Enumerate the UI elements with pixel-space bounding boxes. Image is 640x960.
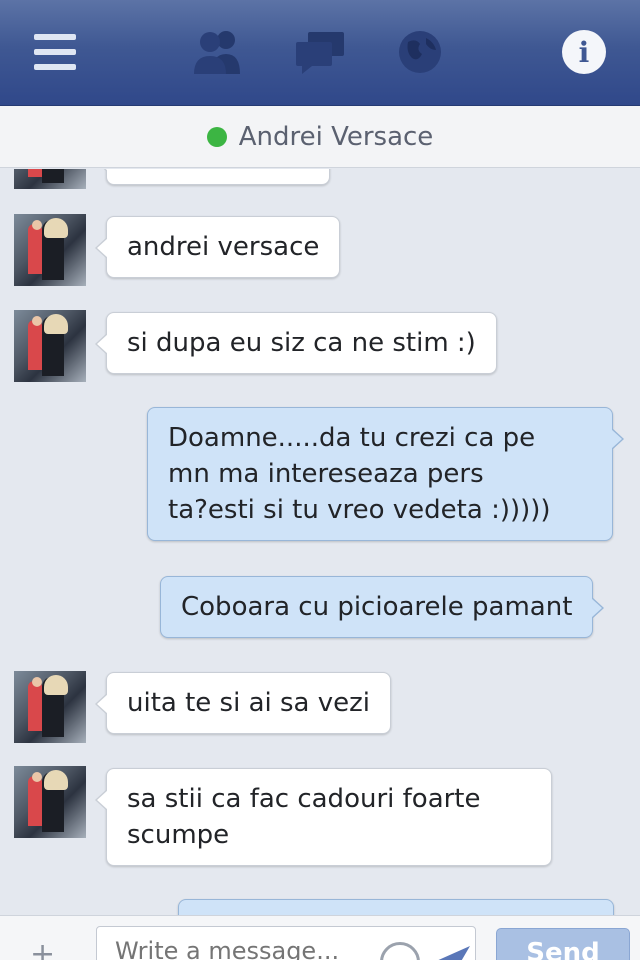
attach-icon[interactable]: + (30, 940, 60, 960)
info-icon[interactable]: i (552, 20, 616, 84)
message-bubble-cut-off (95, 169, 330, 185)
location-arrow-icon[interactable] (432, 942, 472, 960)
messages-icon[interactable] (288, 20, 352, 84)
menu-icon[interactable] (24, 20, 88, 84)
message-bubble-incoming[interactable]: andrei versace (94, 216, 341, 278)
contact-avatar[interactable] (14, 214, 86, 286)
friends-icon[interactable] (186, 20, 250, 84)
online-status-dot (206, 126, 227, 147)
message-bubble-outgoing[interactable]: Coboara cu picioarele pamant (160, 576, 605, 638)
send-button[interactable]: Send (496, 928, 630, 960)
chat-header: Andrei Versace (0, 106, 640, 168)
message-bubble-incoming[interactable]: sa stii ca fac cadouri foarte scumpe (95, 768, 552, 866)
message-bubble-outgoing[interactable]: Doamne.....da tu crezi ca pe mn ma inter… (147, 407, 624, 541)
message-list[interactable]: andrei versace si dupa eu siz ca ne stim… (0, 169, 640, 915)
contact-avatar[interactable] (14, 169, 86, 189)
globe-icon[interactable] (388, 20, 452, 84)
message-bubble-incoming[interactable]: uita te si ai sa vezi (94, 672, 392, 734)
contact-name[interactable]: Andrei Versace (239, 122, 434, 152)
contact-avatar[interactable] (14, 310, 86, 382)
message-composer: + Send (0, 915, 640, 960)
message-bubble-cut-off (178, 899, 614, 915)
svg-text:i: i (579, 36, 590, 69)
top-nav-bar: i (0, 0, 640, 106)
message-bubble-incoming[interactable]: si dupa eu siz ca ne stim :) (95, 312, 497, 374)
contact-avatar[interactable] (14, 766, 86, 838)
contact-avatar[interactable] (14, 671, 86, 743)
